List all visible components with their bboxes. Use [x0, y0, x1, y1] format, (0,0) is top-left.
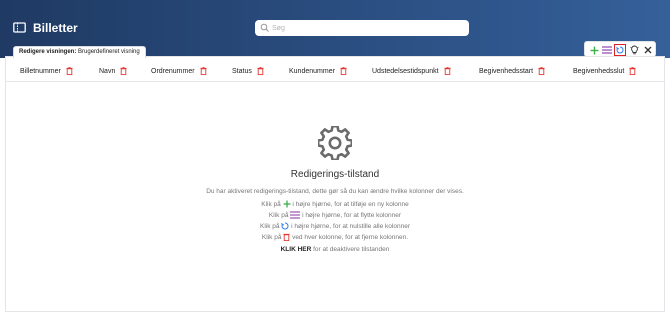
trash-icon[interactable] — [120, 67, 127, 75]
lightbulb-icon — [629, 45, 639, 55]
trash-icon — [283, 233, 290, 242]
trash-icon[interactable] — [443, 67, 451, 75]
hint-text: i højre hjørne, for at flytte kolonner — [302, 212, 402, 219]
trash-icon[interactable] — [199, 67, 207, 75]
trash-icon[interactable] — [629, 67, 636, 75]
column-label: Navn — [99, 67, 116, 75]
trash-icon[interactable] — [257, 67, 264, 75]
column-kundenummer: Kundenummer — [289, 67, 347, 75]
column-navn: Navn — [99, 67, 127, 75]
plus-icon — [590, 46, 598, 54]
hint-text: Klik på — [261, 201, 281, 208]
view-tab-prefix: Redigere visningen: — [19, 49, 77, 55]
column-udstedelsestidspunkt: Udstedelsestidspunkt — [372, 67, 451, 75]
hint-text: Klik på — [268, 212, 289, 219]
view-tab[interactable]: Redigere visningen: Brugerdefineret visn… — [13, 46, 146, 58]
hint-text: Klik på — [259, 223, 280, 230]
search-box[interactable] — [255, 20, 469, 36]
search-input[interactable] — [272, 20, 462, 36]
hint-add: Klik på i højre hjørne, for at tilføje e… — [0, 200, 670, 208]
reset-icon — [616, 46, 624, 54]
search-icon — [260, 23, 269, 32]
close-edit-button[interactable] — [642, 44, 654, 56]
hint-remove: Klik på ved hver kolonne, for at fjerne … — [0, 233, 670, 242]
tips-button[interactable] — [628, 44, 640, 56]
reorder-icon — [290, 211, 301, 219]
deactivate-line: KLIK HER for at deaktivere tilstanden — [0, 246, 670, 253]
close-icon — [644, 46, 652, 54]
hint-text: Klik på — [261, 234, 282, 241]
hint-text: ved hver kolonne, for at fjerne kolonnen… — [292, 234, 409, 241]
column-ordrenummer: Ordrenummer — [151, 67, 207, 75]
click-here-link[interactable]: KLIK HER — [281, 246, 312, 253]
ticket-icon — [13, 22, 26, 33]
deactivate-text: for at deaktivere tilstanden — [313, 246, 390, 253]
plus-icon — [283, 200, 291, 208]
app-title: Billetter — [33, 21, 78, 35]
column-label: Begivenhedsstart — [479, 67, 534, 75]
column-begivenhedsslut: Begivenhedsslut — [573, 67, 636, 75]
content-panel — [5, 56, 665, 312]
column-header-row: Billetnummer Navn Ordrenummer Status Kun… — [5, 60, 665, 82]
hint-text: i højre hjørne, for at tilføje en ny kol… — [292, 201, 409, 208]
hint-text: i højre hjørne, for at nulstille alle ko… — [291, 223, 410, 230]
trash-icon[interactable] — [538, 67, 545, 75]
empty-state-title: Redigerings-tilstand — [290, 169, 380, 180]
reset-icon — [281, 222, 289, 230]
column-label: Billetnummer — [20, 67, 61, 75]
column-label: Kundenummer — [289, 67, 335, 75]
reorder-icon — [602, 46, 612, 54]
column-label: Begivenhedsslut — [573, 67, 625, 75]
gear-icon — [318, 126, 352, 160]
column-label: Status — [232, 67, 252, 75]
hint-move: Klik på i højre hjørne, for at flytte ko… — [0, 211, 670, 219]
view-tab-name: Brugerdefineret visning — [78, 49, 140, 55]
edit-toolbar — [584, 41, 656, 57]
hint-reset: Klik på i højre hjørne, for at nulstille… — [0, 222, 670, 230]
reorder-columns-button[interactable] — [601, 44, 613, 56]
trash-icon[interactable] — [340, 67, 347, 75]
column-billetnummer: Billetnummer — [20, 67, 73, 75]
column-label: Udstedelsestidspunkt — [372, 67, 439, 75]
empty-state-intro: Du har aktiveret redigerings-tilstand, d… — [206, 188, 464, 195]
column-begivenhedsstart: Begivenhedsstart — [479, 67, 545, 75]
trash-icon[interactable] — [66, 67, 73, 75]
column-label: Ordrenummer — [151, 67, 195, 75]
reset-columns-button[interactable] — [614, 44, 626, 56]
add-column-button[interactable] — [588, 44, 600, 56]
column-status: Status — [232, 67, 264, 75]
